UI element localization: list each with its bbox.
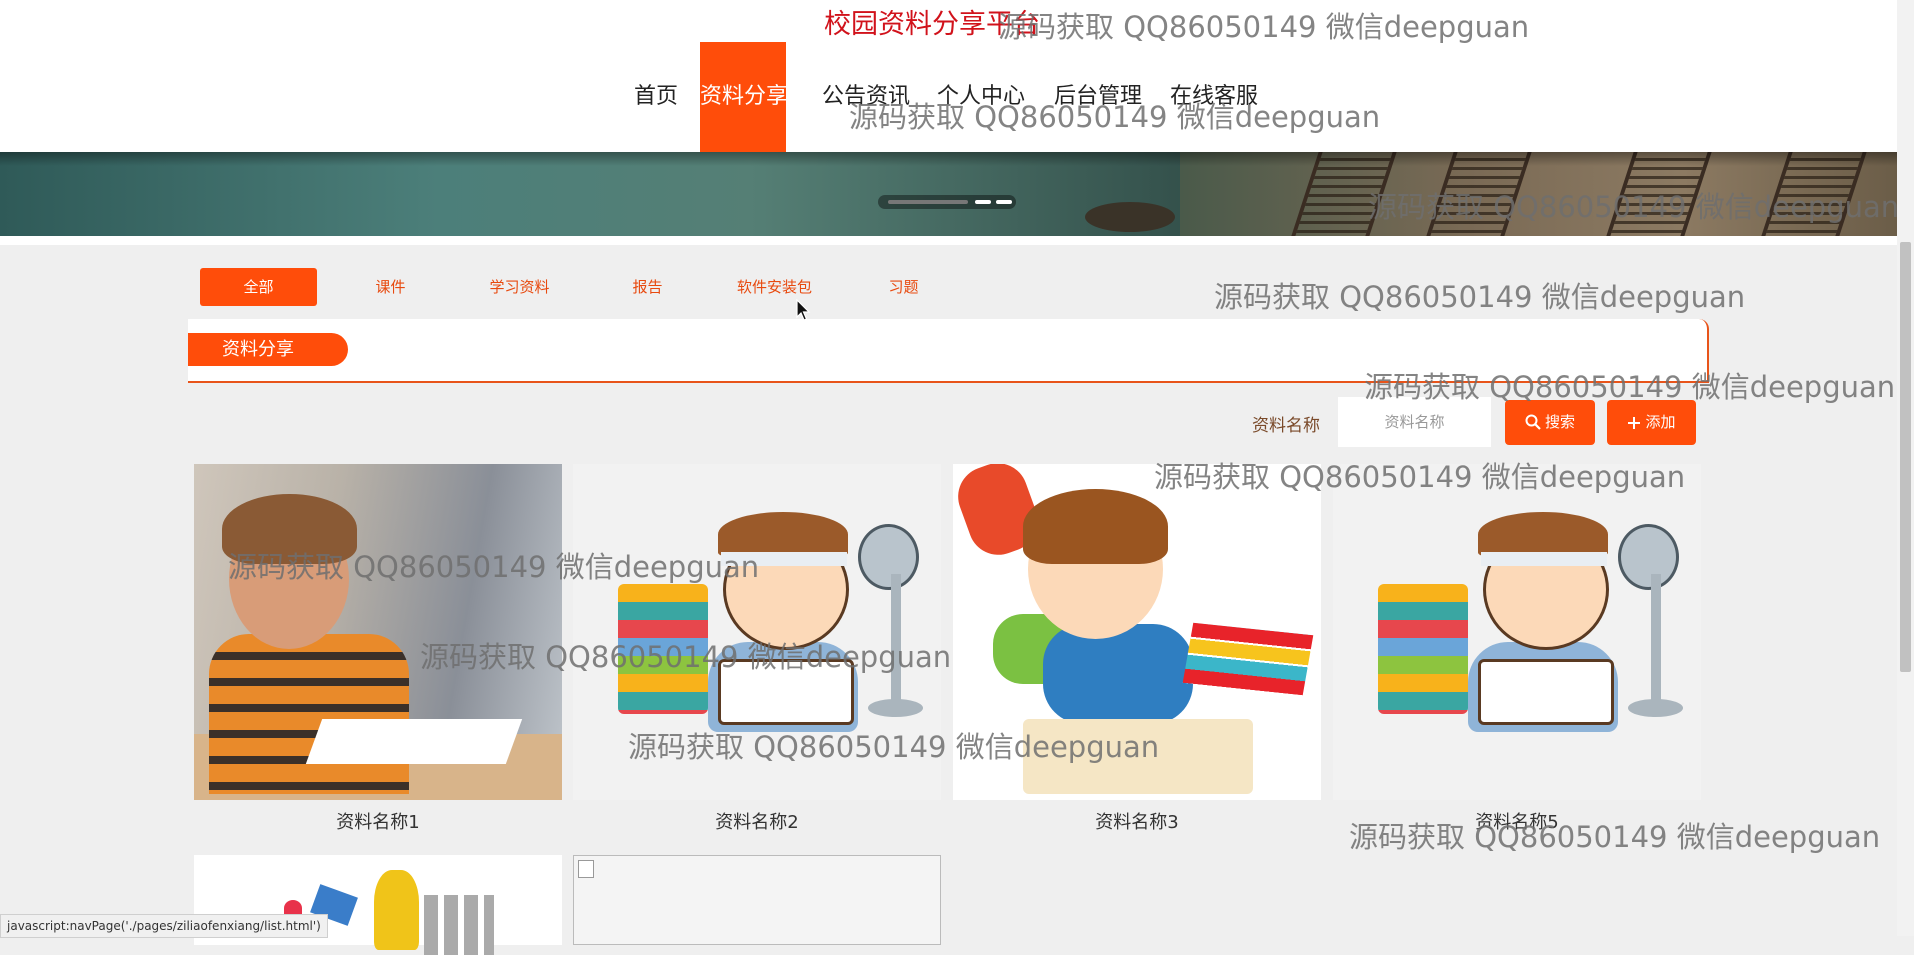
add-button[interactable]: 添加 (1607, 400, 1696, 445)
broken-image-icon (578, 860, 594, 878)
search-button[interactable]: 搜索 (1505, 400, 1595, 445)
material-thumbnail (953, 464, 1321, 800)
category-software[interactable]: 软件安装包 (716, 268, 833, 306)
category-all[interactable]: 全部 (200, 268, 317, 306)
nav-home[interactable]: 首页 (634, 42, 678, 152)
top-title-bar: 校园资料分享平台 (0, 0, 1897, 43)
material-card[interactable] (573, 855, 941, 945)
category-exercises[interactable]: 习题 (845, 268, 962, 306)
category-report[interactable]: 报告 (589, 268, 706, 306)
carousel-dot[interactable] (996, 200, 1012, 204)
section-header (188, 319, 1709, 383)
search-button-label: 搜索 (1544, 413, 1575, 431)
nav-online-service[interactable]: 在线客服 (1170, 42, 1258, 152)
category-courseware[interactable]: 课件 (332, 268, 449, 306)
search-label: 资料名称 (1252, 416, 1320, 436)
material-card[interactable] (573, 464, 941, 800)
section-title: 资料分享 (188, 333, 348, 366)
material-card[interactable] (1333, 464, 1701, 800)
nav-admin[interactable]: 后台管理 (1054, 42, 1142, 152)
material-card-title[interactable]: 资料名称5 (1333, 808, 1701, 834)
add-button-label: 添加 (1645, 413, 1676, 431)
carousel-dot[interactable] (975, 200, 991, 204)
plus-icon (1628, 417, 1641, 429)
watermark-text: 源码获取 QQ86050149 微信deepguan (1214, 280, 1746, 314)
page-scrollbar[interactable] (1897, 0, 1914, 936)
search-input[interactable] (1338, 397, 1491, 447)
carousel-indicators (878, 195, 1016, 209)
material-thumbnail (194, 464, 562, 800)
banner-carousel[interactable] (0, 152, 1897, 236)
site-title: 校园资料分享平台 (824, 9, 1040, 40)
carousel-dot-active[interactable] (888, 200, 968, 204)
nav-personal-center[interactable]: 个人中心 (937, 42, 1025, 152)
mouse-cursor-icon (796, 299, 811, 321)
banner-rock (1085, 202, 1175, 232)
nav-material-share[interactable]: 资料分享 (700, 42, 788, 152)
category-study-material[interactable]: 学习资料 (461, 268, 578, 306)
material-card-title[interactable]: 资料名称2 (573, 808, 941, 834)
nav-announcements[interactable]: 公告资讯 (822, 42, 910, 152)
material-card-title[interactable]: 资料名称3 (953, 808, 1321, 834)
search-icon (1525, 414, 1541, 430)
browser-status-bar: javascript:navPage('./pages/ziliaofenxia… (0, 914, 328, 938)
material-thumbnail (1333, 464, 1701, 800)
material-card[interactable] (194, 464, 562, 800)
material-card-title[interactable]: 资料名称1 (194, 808, 562, 834)
main-nav: 首页 资料分享 公告资讯 个人中心 后台管理 在线客服 (0, 42, 1897, 152)
material-thumbnail (573, 464, 941, 800)
material-card[interactable] (953, 464, 1321, 800)
scrollbar-thumb[interactable] (1900, 242, 1911, 672)
